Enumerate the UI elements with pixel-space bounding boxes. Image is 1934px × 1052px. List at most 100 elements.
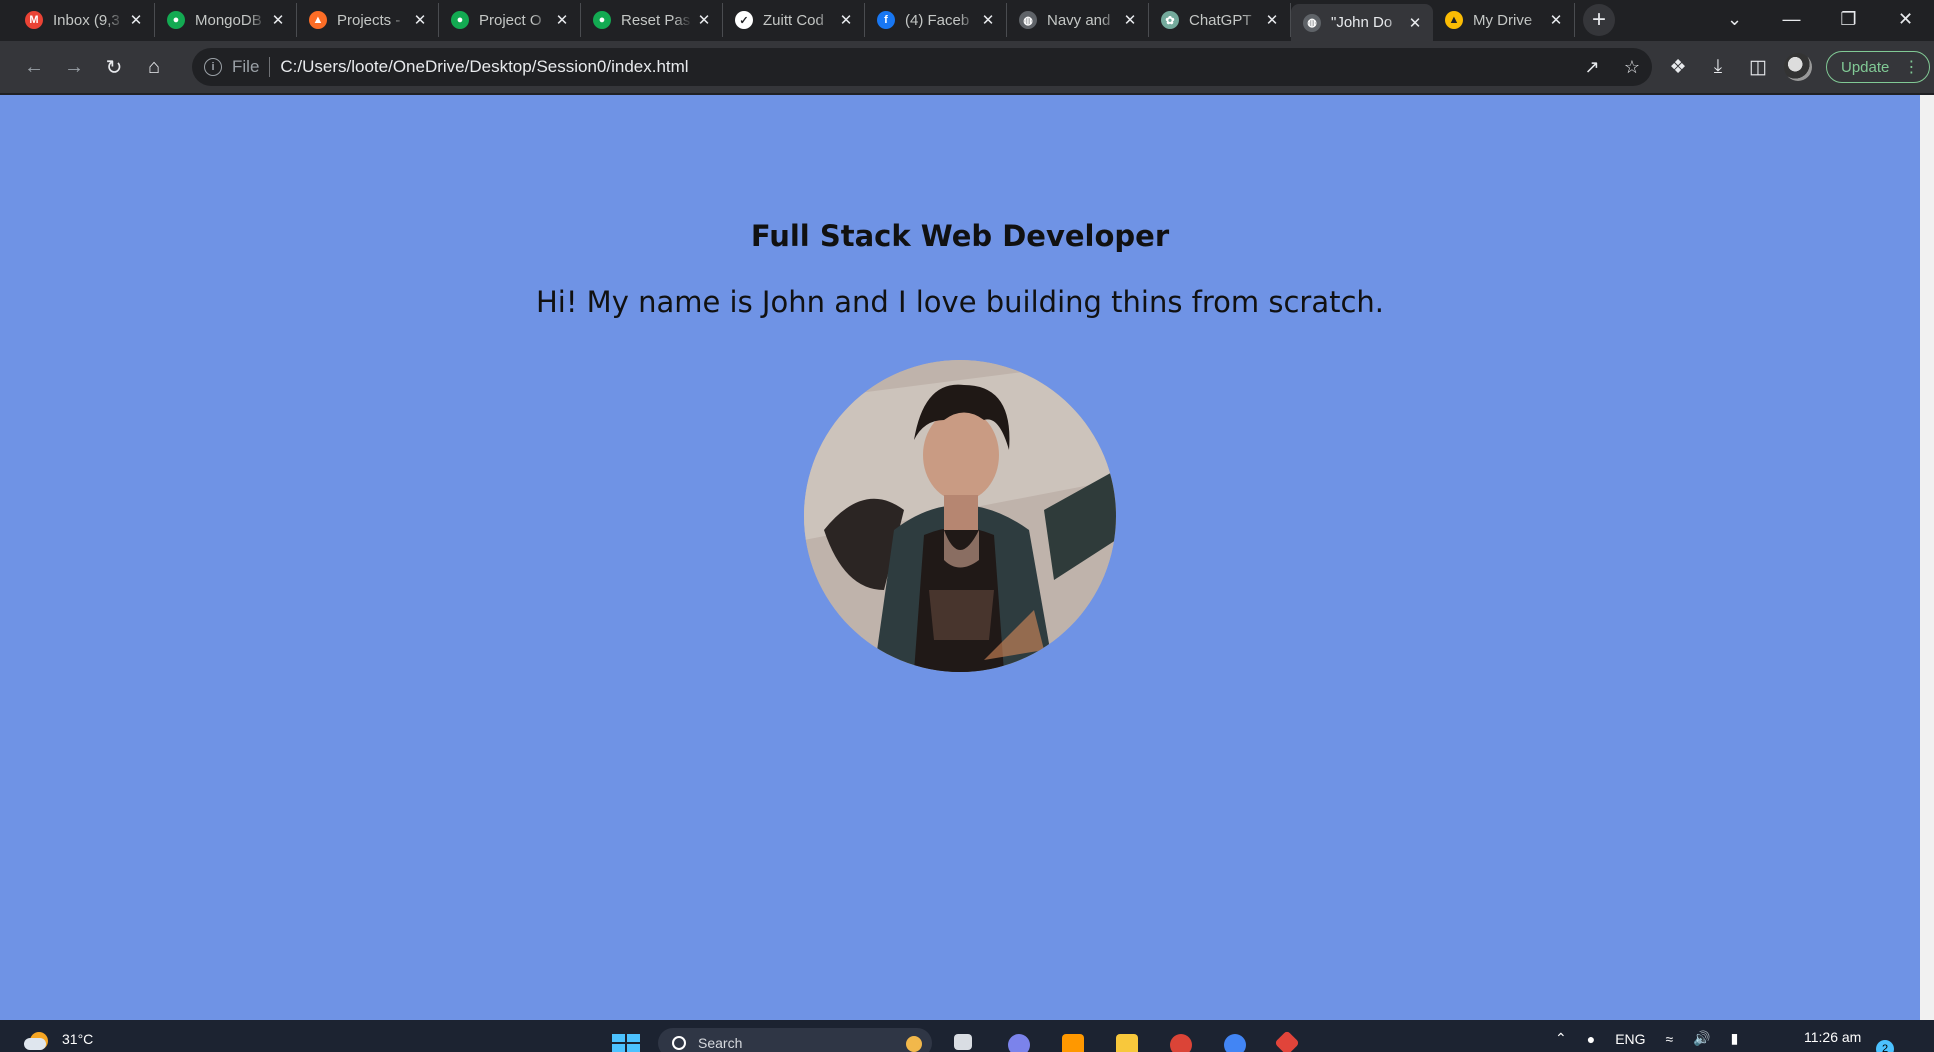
close-window-button[interactable]: ✕ [1877,9,1934,30]
browser-tab[interactable]: ◍ Navy and ✕ [1007,3,1149,37]
profile-avatar[interactable] [1778,47,1818,87]
gmail-icon: M [25,11,43,29]
close-tab-icon[interactable]: ✕ [128,11,144,29]
profile-illustration [804,360,1116,672]
browser-tab[interactable]: ◍ "John Do ✕ [1291,4,1433,41]
reload-icon[interactable]: ↻ [94,47,134,87]
temperature: 31°C [62,1031,94,1047]
tab-title: (4) Faceb [905,11,970,29]
search-highlight-icon [906,1036,922,1052]
weather-icon [24,1028,52,1050]
tab-title: "John Do [1331,14,1393,31]
close-tab-icon[interactable]: ✕ [980,11,996,29]
start-button[interactable] [612,1034,640,1052]
address-bar[interactable]: i File C:/Users/loote/OneDrive/Desktop/S… [192,48,1652,86]
close-tab-icon[interactable]: ✕ [1264,11,1280,29]
browser-tab[interactable]: ● Reset Pas ✕ [581,3,723,37]
forward-arrow-icon[interactable]: → [54,47,94,87]
browser-tab[interactable]: M Inbox (9,3 ✕ [13,3,155,37]
tab-title: Reset Pas [621,11,691,29]
download-icon[interactable]: ⤓ [1698,47,1738,87]
window-controls: ⌄ — ❐ ✕ [1706,0,1934,38]
new-tab-button[interactable]: + [1583,4,1615,36]
close-tab-icon[interactable]: ✕ [554,11,570,29]
mongodb-icon: ● [167,11,185,29]
chevron-up-icon[interactable]: ⌃ [1555,1030,1567,1047]
globe-icon: ◍ [1303,13,1321,32]
close-tab-icon[interactable]: ✕ [1407,14,1423,32]
pinned-apps [946,1028,1324,1052]
tab-search-icon[interactable]: ⌄ [1706,9,1763,30]
zuitt-icon: ✓ [735,11,753,29]
close-tab-icon[interactable]: ✕ [696,11,712,29]
profile-picture [804,360,1116,672]
browser-tab[interactable]: f (4) Faceb ✕ [865,3,1007,37]
browser-tab[interactable]: ✓ Zuitt Cod ✕ [723,3,865,37]
extensions-icon[interactable]: ❖ [1658,47,1698,87]
page-heading: Full Stack Web Developer [750,219,1170,253]
tab-title: MongoDB [195,11,262,29]
tab-title: ChatGPT [1189,11,1252,29]
page-scrollbar[interactable] [1920,95,1934,1020]
browser-tab[interactable]: ▲ Projects - ✕ [297,3,439,37]
globe-icon: ◍ [1019,11,1037,29]
avatar [1784,53,1812,81]
teams-icon[interactable] [1000,1028,1038,1052]
gitlab-icon: ▲ [309,11,327,29]
update-label: Update [1841,58,1890,76]
bookmark-star-icon[interactable]: ☆ [1612,57,1652,78]
wifi-icon[interactable]: ≈ [1666,1031,1674,1047]
language-indicator[interactable]: ENG [1615,1031,1645,1047]
back-arrow-icon[interactable]: ← [14,47,54,87]
url-text[interactable]: C:/Users/loote/OneDrive/Desktop/Session0… [280,57,688,77]
weather-widget[interactable]: 31°C [24,1028,93,1050]
close-tab-icon[interactable]: ✕ [1122,11,1138,29]
tab-strip: M Inbox (9,3 ✕ ● MongoDB ✕ ▲ Projects - ✕ ● Projec… [0,0,1934,41]
task-view-icon[interactable] [946,1028,984,1052]
browser-tab[interactable]: ● MongoDB ✕ [155,3,297,37]
browser-toolbar: ← → ↻ ⌂ i File C:/Users/loote/OneDrive/D… [0,41,1934,94]
chrome-icon[interactable] [1162,1028,1200,1052]
taskbar-clock[interactable]: 11:26 am [1804,1029,1861,1045]
sublime-icon[interactable] [1054,1028,1092,1052]
search-icon [672,1036,686,1050]
restore-button[interactable]: ❐ [1820,9,1877,30]
intro-text: Hi! My name is John and I love building … [535,285,1385,319]
menu-dots-icon[interactable]: ⋮ [1903,57,1919,77]
taskbar-search[interactable]: Search [658,1028,932,1052]
update-button[interactable]: Update ⋮ [1826,51,1931,83]
browser-tab[interactable]: ● Project O ✕ [439,3,581,37]
tab-title: Zuitt Cod [763,11,824,29]
tab-title: Navy and [1047,11,1111,29]
tab-title: Projects - [337,11,401,29]
chrome-profile-icon[interactable] [1216,1028,1254,1052]
facebook-icon: f [877,11,895,29]
home-icon[interactable]: ⌂ [134,47,174,87]
battery-icon[interactable]: ▮ [1731,1030,1739,1047]
volume-icon[interactable]: 🔊 [1693,1030,1710,1047]
google-drive-icon: ▲ [1445,11,1463,29]
close-tab-icon[interactable]: ✕ [412,11,428,29]
windows-taskbar: 31°C Search ⌃ ● ENG ≈ 🔊 ▮ 11:26 am 2 [0,1020,1934,1052]
share-icon[interactable]: ↗ [1572,57,1612,78]
browser-tab[interactable]: ▲ My Drive ✕ [1433,3,1575,37]
close-tab-icon[interactable]: ✕ [1548,11,1564,29]
chatgpt-icon: ✿ [1161,11,1179,29]
close-tab-icon[interactable]: ✕ [838,11,854,29]
tab-title: My Drive [1473,11,1533,29]
search-placeholder: Search [698,1035,743,1051]
git-icon[interactable] [1270,1028,1308,1052]
close-tab-icon[interactable]: ✕ [270,11,286,29]
toolbar-actions: ❖ ⤓ ◫ Update ⋮ [1658,47,1931,87]
mongodb-icon: ● [593,11,611,29]
file-explorer-icon[interactable] [1108,1028,1146,1052]
browser-tab[interactable]: ✿ ChatGPT ✕ [1149,3,1291,37]
notification-badge[interactable]: 2 [1876,1040,1894,1052]
side-panel-icon[interactable]: ◫ [1738,47,1778,87]
mongodb-icon: ● [451,11,469,29]
page-viewport: Full Stack Web Developer Hi! My name is … [0,95,1920,1020]
tray-app-icon[interactable]: ● [1587,1031,1595,1047]
tab-title: Inbox (9,3 [53,11,120,29]
minimize-button[interactable]: — [1763,9,1820,30]
site-info-icon[interactable]: i [204,58,222,76]
